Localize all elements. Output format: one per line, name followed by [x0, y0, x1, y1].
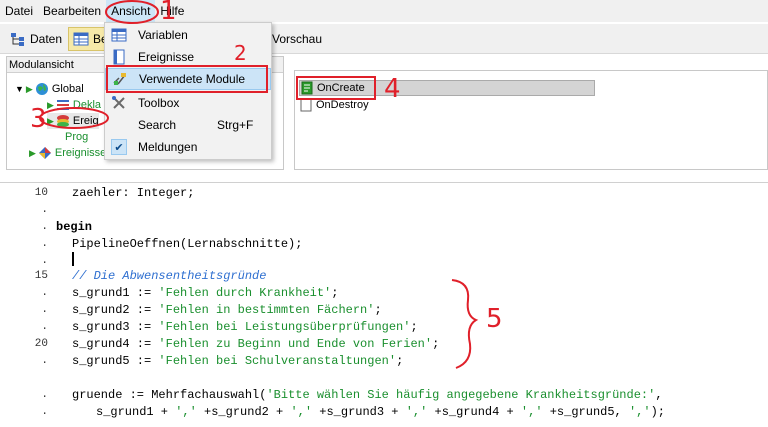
code-line: s_grund1 + ',' +s_grund2 + ',' +s_grund3… — [96, 405, 665, 419]
code-line: begin — [56, 220, 93, 234]
events-panel: OnCreate OnDestroy — [294, 70, 768, 170]
vorschau-label: Vorschau — [272, 31, 323, 46]
line-number: 15 — [34, 270, 48, 282]
event-label-oncreate: OnCreate — [317, 82, 365, 94]
code-line: s_grund4 := 'Fehlen zu Beginn und Ende v… — [72, 337, 440, 351]
tree-label-programm: Prog — [65, 131, 89, 143]
menu-hilfe[interactable]: Hilfe — [155, 0, 189, 22]
daten-button[interactable]: Daten — [6, 27, 66, 51]
ansicht-dropdown-menu: Variablen Ereignisse Verwendete Module T… — [104, 22, 272, 160]
events-stack-icon — [56, 115, 69, 127]
page-icon — [113, 49, 125, 65]
line-number: 20 — [34, 338, 48, 350]
menu-bar: Datei Bearbeiten Ansicht Hilfe — [0, 0, 768, 22]
line-number: . — [41, 221, 48, 233]
menu-item-variablen[interactable]: Variablen — [105, 24, 271, 46]
line-number: 10 — [34, 187, 48, 199]
menu-ansicht[interactable]: Ansicht — [106, 0, 156, 22]
play-arrow-icon: ▶ — [47, 115, 54, 126]
tree-item-ereignisse[interactable]: ▶ Ereig — [47, 113, 99, 129]
check-icon: ✔ — [111, 139, 127, 155]
vorschau-button[interactable]: Vorschau — [268, 27, 326, 51]
menu-datei[interactable]: Datei — [0, 0, 38, 22]
code-line-comment: // Die Abwensentheitsgründe — [72, 269, 267, 283]
menu-item-toolbox[interactable]: Toolbox — [105, 92, 271, 114]
play-arrow-icon: ▶ — [29, 147, 36, 158]
menu-shortcut: Strg+F — [217, 118, 254, 132]
line-number: . — [41, 238, 48, 250]
code-line-caret — [72, 252, 74, 266]
menu-bearbeiten[interactable]: Bearbeiten — [38, 0, 106, 22]
menu-item-label: Toolbox — [138, 96, 180, 110]
event-item-ondestroy[interactable]: OnDestroy — [299, 97, 369, 113]
modules-icon — [113, 73, 126, 85]
line-number: . — [41, 389, 48, 401]
expand-arrow-icon[interactable]: ▼ — [15, 84, 24, 94]
menu-item-label: Variablen — [138, 28, 188, 42]
line-number: . — [41, 287, 48, 299]
list-icon — [56, 100, 69, 110]
play-arrow-icon: ▶ — [25, 83, 33, 94]
menu-item-search[interactable]: Search Strg+F — [105, 114, 271, 136]
menu-item-label: Search — [138, 118, 177, 132]
green-page-icon — [301, 81, 313, 95]
event-item-oncreate[interactable]: OnCreate — [299, 80, 595, 96]
text-caret — [72, 252, 74, 266]
table-icon — [111, 28, 127, 42]
tree-item-global[interactable]: ▼ ▶ Global — [15, 81, 84, 97]
menu-item-ereignisse[interactable]: Ereignisse — [105, 46, 271, 68]
line-number-gutter: 10 . . . . 15 . . . 20 . . . — [0, 183, 52, 427]
menu-item-label: Verwendete Module — [139, 72, 246, 86]
line-number: . — [41, 304, 48, 316]
tree-label-deklarationen: Dekla — [72, 99, 102, 111]
daten-label: Daten — [30, 31, 63, 46]
line-number: . — [41, 406, 48, 418]
tree-label-ereignisse: Ereig — [72, 115, 99, 127]
code-line: s_grund5 := 'Fehlen bei Schulveranstaltu… — [72, 354, 404, 368]
menu-item-label: Meldungen — [138, 140, 198, 154]
tree-structure-icon — [11, 32, 24, 46]
line-number: . — [41, 204, 48, 216]
code-editor[interactable]: 10 . . . . 15 . . . 20 . . . zaehler: In… — [0, 182, 768, 427]
tree-item-deklarationen[interactable]: ▶ Dekla — [47, 97, 101, 113]
menu-item-meldungen[interactable]: ✔ Meldungen — [105, 136, 271, 158]
code-line: s_grund3 := 'Fehlen bei Leistungsüberprü… — [72, 320, 418, 334]
menu-item-label: Ereignisse — [138, 50, 195, 64]
code-line: gruende := Mehrfachauswahl('Bitte wählen… — [72, 388, 663, 402]
line-number: . — [41, 255, 48, 267]
tree-label-global: Global — [51, 83, 84, 95]
line-number: . — [41, 321, 48, 333]
tree-item-ereignisse-root[interactable]: ▶ Ereignisse — [29, 145, 106, 161]
tree-item-programm[interactable]: Prog — [65, 129, 88, 145]
line-number: . — [41, 355, 48, 367]
diamond-icon — [38, 147, 51, 159]
code-line: zaehler: Integer; — [72, 186, 195, 200]
page-icon — [300, 98, 312, 112]
search-blank-icon — [111, 117, 127, 133]
tree-label-ereignisse-root: Ereignisse — [54, 147, 107, 159]
play-arrow-icon: ▶ — [47, 99, 54, 110]
globe-icon — [35, 83, 48, 95]
menu-item-verwendete-module[interactable]: Verwendete Module — [105, 68, 271, 90]
code-line: s_grund2 := 'Fehlen in bestimmten Fächer… — [72, 303, 382, 317]
code-line: s_grund1 := 'Fehlen durch Krankheit'; — [72, 286, 339, 300]
event-label-ondestroy: OnDestroy — [316, 99, 369, 111]
table-icon — [73, 32, 89, 45]
code-line: PipelineOeffnen(Lernabschnitte); — [72, 237, 303, 251]
tools-icon — [112, 96, 125, 109]
